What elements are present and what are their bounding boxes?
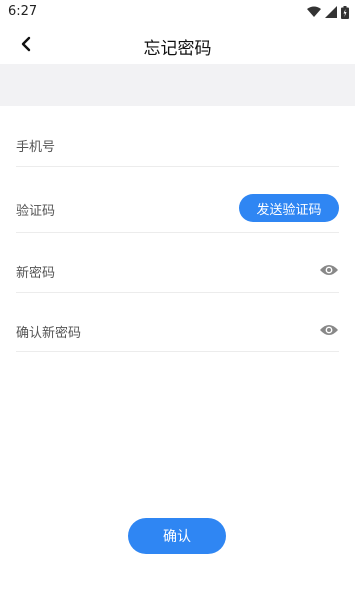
code-field[interactable]: 验证码 发送验证码 (16, 166, 339, 233)
header-divider-band (0, 64, 355, 106)
eye-icon[interactable] (319, 263, 339, 277)
confirm-password-label: 确认新密码 (16, 326, 82, 341)
page-title: 忘记密码 (143, 39, 212, 59)
phone-field[interactable]: 手机号 (16, 106, 339, 167)
new-password-field[interactable]: 新密码 (16, 232, 339, 293)
status-bar: 6:27 (0, 0, 355, 24)
nav-bar: 忘记密码 (0, 24, 355, 64)
status-icons (307, 5, 349, 19)
new-password-label: 新密码 (16, 266, 56, 281)
battery-icon (341, 5, 349, 19)
eye-icon[interactable] (319, 323, 339, 337)
confirm-button[interactable]: 确认 (128, 518, 226, 554)
code-label: 验证码 (16, 204, 56, 219)
phone-label: 手机号 (16, 140, 56, 155)
status-time: 6:27 (8, 4, 38, 19)
send-code-button[interactable]: 发送验证码 (239, 194, 339, 222)
confirm-password-field[interactable]: 确认新密码 (16, 292, 339, 352)
wifi-icon (307, 6, 321, 17)
signal-icon (325, 6, 337, 18)
